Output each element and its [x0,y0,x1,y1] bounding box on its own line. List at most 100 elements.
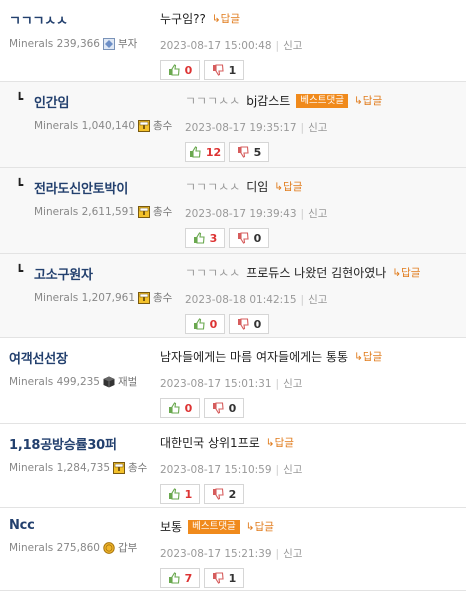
author-minerals: Minerals 499,235 재벌 [9,374,137,389]
author-minerals: Minerals 275,860 갑부 [9,540,137,555]
thumbs-up-icon [193,318,205,330]
rank-label: 총수 [128,462,148,474]
author-name[interactable]: Ncc [9,518,137,533]
chest-icon [138,291,151,304]
author-minerals: Minerals 2,611,591 총수 [34,204,172,219]
vote-buttons: 00 [185,314,420,334]
upvote-count: 0 [184,401,193,415]
comment-meta: 2023-08-17 19:35:17 | 신고 [185,120,382,135]
downvote-button[interactable]: 0 [229,228,269,248]
comment-text: 디임 [246,180,269,194]
report-button[interactable]: 신고 [283,40,302,52]
upvote-button[interactable]: 7 [160,568,200,588]
rank-label: 총수 [153,292,173,304]
comment-text: 남자들에게는 마름 여자들에게는 통통 [160,350,349,364]
downvote-button[interactable]: 2 [204,484,244,504]
reply-button[interactable]: ↳답글 [212,11,240,26]
author-name[interactable]: 인간임 [34,92,172,111]
minerals-value: Minerals 1,284,735 [9,461,111,474]
comment-body: 누구임?? ↳답글 [160,10,302,27]
reply-button[interactable]: ↳답글 [392,265,420,280]
upvote-count: 3 [209,231,218,245]
downvote-button[interactable]: 0 [229,314,269,334]
downvote-button[interactable]: 5 [229,142,269,162]
vote-buttons: 12 5 [185,142,382,162]
comment-date: 2023-08-17 15:00:48 [160,40,272,52]
mention-name[interactable]: ㄱㄱㄱㅅㅅ [185,264,240,281]
author-minerals: Minerals 1,207,961 총수 [34,290,172,305]
comment-body: 보통 베스트댓글 ↳답글 [160,518,302,535]
comment-date: 2023-08-17 19:39:43 [185,208,297,220]
downvote-count: 1 [228,63,237,77]
upvote-button[interactable]: 1 [160,484,200,504]
thumbs-down-icon [212,402,224,414]
report-button[interactable]: 신고 [308,122,327,134]
report-button[interactable]: 신고 [283,548,302,560]
upvote-count: 7 [184,571,193,585]
upvote-button[interactable]: 3 [185,228,225,248]
vote-buttons: 12 [160,484,302,504]
rank-label: 부자 [118,38,138,50]
thumbs-up-icon [168,572,180,584]
comment-item: Ncc Minerals 275,860 갑부 보통 베스트댓글 ↳답글 2023-08-1… [0,508,466,591]
reply-button[interactable]: ↳답글 [246,519,274,534]
mention-name[interactable]: ㄱㄱㄱㅅㅅ [185,92,240,109]
thumbs-down-icon [212,572,224,584]
comment-item: ┗ 고소구원자 Minerals 1,207,961 총수 ㄱㄱㄱㅅㅅ 프로듀스 나왔던 … [0,254,466,338]
author-name[interactable]: 전라도신안토박이 [34,178,172,197]
comment-body: 대한민국 상위1프로 ↳답글 [160,434,302,451]
author-minerals: Minerals 1,040,140 총수 [34,118,172,133]
author-name[interactable]: 여객선선장 [9,348,137,367]
author-minerals: Minerals 239,366 부자 [9,36,137,51]
comment-text: 프로듀스 나왔던 김현아였나 [246,266,387,280]
author-minerals: Minerals 1,284,735 총수 [9,460,147,475]
author-name[interactable]: 1,18공방승률30퍼 [9,434,147,453]
vote-buttons: 71 [160,568,302,588]
report-button[interactable]: 신고 [283,464,302,476]
upvote-button[interactable]: 0 [160,60,200,80]
meta-separator: | [300,208,305,220]
comment-item: ㄱㄱㄱㅅㅅ Minerals 239,366 부자 누구임?? ↳답글 2023-08-1… [0,0,466,82]
downvote-button[interactable]: 1 [204,60,244,80]
thumbs-up-icon [193,232,205,244]
thumbs-up-icon [189,146,201,158]
comment-item: ┗ 전라도신안토박이 Minerals 2,611,591 총수 ㄱㄱㄱㅅㅅ 디임 ↳답글 2… [0,168,466,254]
vote-buttons: 01 [160,60,302,80]
upvote-count: 12 [205,145,222,159]
thumbs-up-icon [168,64,180,76]
comment-date: 2023-08-18 01:42:15 [185,294,297,306]
comment-meta: 2023-08-17 19:39:43 | 신고 [185,206,327,221]
reply-button[interactable]: ↳답글 [354,349,382,364]
meta-separator: | [300,122,305,134]
minerals-value: Minerals 499,235 [9,375,100,388]
coin-icon [103,541,115,554]
upvote-button[interactable]: 0 [185,314,225,334]
reply-button[interactable]: ↳답글 [354,93,382,108]
downvote-button[interactable]: 0 [204,398,244,418]
comment-meta: 2023-08-17 15:01:31 | 신고 [160,376,382,391]
author-name[interactable]: 고소구원자 [34,264,172,283]
comment-date: 2023-08-17 15:10:59 [160,464,272,476]
comment-text: bj감스트 [246,94,291,108]
reply-button[interactable]: ↳답글 [274,179,302,194]
upvote-button[interactable]: 0 [160,398,200,418]
comment-meta: 2023-08-17 15:10:59 | 신고 [160,462,302,477]
report-button[interactable]: 신고 [283,378,302,390]
thumbs-down-icon [212,64,224,76]
report-button[interactable]: 신고 [308,294,327,306]
downvote-button[interactable]: 1 [204,568,244,588]
report-button[interactable]: 신고 [308,208,327,220]
mention-name[interactable]: ㄱㄱㄱㅅㅅ [185,178,240,195]
downvote-count: 0 [253,231,262,245]
author-name[interactable]: ㄱㄱㄱㅅㅅ [9,10,137,29]
thumbs-down-icon [237,146,249,158]
meta-separator: | [300,294,305,306]
minerals-value: Minerals 1,040,140 [34,119,136,132]
reply-button[interactable]: ↳답글 [266,435,294,450]
comment-meta: 2023-08-17 15:00:48 | 신고 [160,38,302,53]
chest-icon [113,461,126,474]
upvote-count: 0 [209,317,218,331]
comment-date: 2023-08-17 15:01:31 [160,378,272,390]
minerals-value: Minerals 239,366 [9,37,100,50]
upvote-button[interactable]: 12 [185,142,225,162]
